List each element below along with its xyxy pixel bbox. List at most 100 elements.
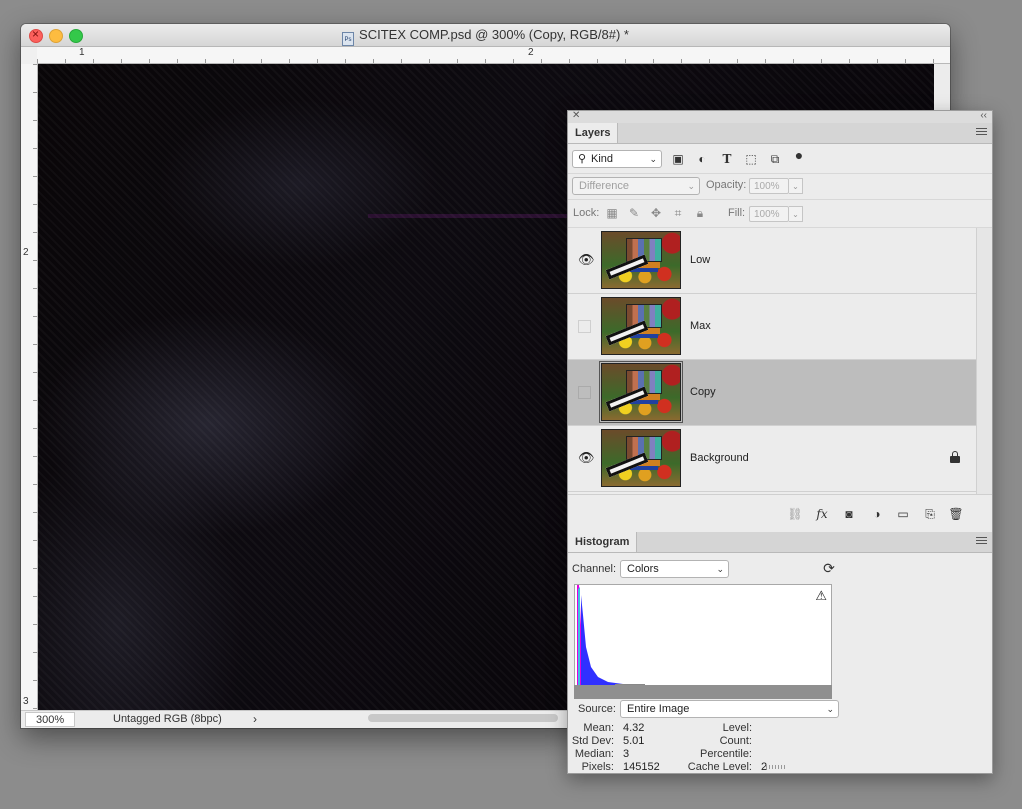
filter-adjustment-icon[interactable]: ◐ bbox=[695, 152, 709, 166]
blend-mode-select[interactable]: Difference ⌄ bbox=[572, 177, 700, 195]
refresh-icon[interactable]: ⟳ bbox=[822, 561, 836, 575]
panel-collapse-icon[interactable]: ‹‹ bbox=[980, 110, 987, 121]
fx-icon[interactable]: fx bbox=[814, 507, 830, 521]
ruler-origin[interactable] bbox=[21, 47, 38, 65]
layers-filter-row: ⚲ Kind ⌄ ▣ ◐ T ⬚ ⧉ ● bbox=[568, 145, 992, 174]
lock-label: Lock: bbox=[573, 207, 600, 219]
layers-tab-bar: Layers bbox=[568, 123, 992, 144]
layer-row-low[interactable]: 👁 Low bbox=[568, 228, 976, 294]
stat-value-pixels: 145152 bbox=[623, 761, 660, 773]
title-bar[interactable]: Ps SCITEX COMP.psd @ 300% (Copy, RGB/8#) … bbox=[21, 24, 950, 47]
stat-value-stddev: 5.01 bbox=[623, 735, 645, 747]
status-menu-arrow[interactable]: › bbox=[253, 712, 257, 726]
window-minimize-button[interactable] bbox=[49, 29, 63, 43]
ruler-top-label: 1 bbox=[79, 47, 85, 58]
visibility-off-box-icon[interactable] bbox=[578, 320, 591, 333]
layer-row-background[interactable]: 👁 Background bbox=[568, 426, 976, 492]
ruler-left-label: 3 bbox=[23, 696, 29, 707]
filter-shape-icon[interactable]: ⬚ bbox=[744, 152, 758, 166]
stat-value-median: 3 bbox=[623, 748, 630, 760]
layer-name[interactable]: Max bbox=[690, 320, 711, 332]
stat-label-level: Level: bbox=[722, 722, 752, 734]
ruler-vertical[interactable]: 2 3 bbox=[21, 64, 38, 710]
lock-all-icon[interactable]: 🔒︎ bbox=[693, 206, 707, 220]
layers-panel-menu-icon[interactable] bbox=[976, 128, 987, 137]
window-close-button[interactable] bbox=[29, 27, 43, 43]
zoom-level-field[interactable]: 300% bbox=[25, 712, 75, 727]
histogram-body: Channel: Colors ⌄ ⟳ ⚠ Source: Entire Ima… bbox=[568, 553, 992, 773]
add-mask-icon[interactable]: ◙ bbox=[841, 507, 857, 521]
ruler-left-label: 2 bbox=[23, 247, 29, 258]
window-title: SCITEX COMP.psd @ 300% (Copy, RGB/8#) * bbox=[359, 27, 629, 42]
chevron-down-icon: ⌄ bbox=[687, 181, 695, 191]
source-select[interactable]: Entire Image ⌄ bbox=[620, 700, 839, 718]
lock-icon bbox=[950, 451, 960, 463]
stat-label-percentile: Percentile: bbox=[700, 748, 752, 760]
search-icon: ⚲ bbox=[578, 153, 587, 165]
filter-type-icon[interactable]: T bbox=[720, 152, 734, 166]
layer-name[interactable]: Background bbox=[690, 452, 749, 464]
channel-label: Channel: bbox=[572, 563, 617, 575]
trash-icon[interactable]: 🗑︎ bbox=[948, 507, 964, 521]
panel-close-icon[interactable]: ✕ bbox=[572, 110, 580, 121]
layer-filter-select[interactable]: ⚲ Kind ⌄ bbox=[572, 150, 662, 168]
visibility-eye-icon[interactable]: 👁 bbox=[578, 451, 595, 464]
visibility-off-box-icon[interactable] bbox=[578, 386, 591, 399]
psd-file-icon: Ps bbox=[342, 32, 355, 46]
stat-label-pixels: Pixels: bbox=[581, 761, 614, 773]
stat-label-cache-level: Cache Level: bbox=[687, 761, 752, 773]
stat-label-stddev: Std Dev: bbox=[571, 735, 614, 747]
tab-layers[interactable]: Layers bbox=[568, 123, 619, 143]
layers-scrollbar[interactable] bbox=[976, 228, 992, 494]
stat-label-median: Median: bbox=[574, 748, 614, 760]
blend-mode-value: Difference bbox=[579, 180, 629, 192]
filter-pixel-icon[interactable]: ▣ bbox=[671, 152, 685, 166]
layer-thumbnail[interactable] bbox=[601, 429, 681, 487]
lock-transparent-icon[interactable]: ▦ bbox=[605, 206, 619, 220]
channel-value: Colors bbox=[627, 563, 659, 575]
blend-row: Difference ⌄ Opacity: 100% ⌄ bbox=[568, 173, 992, 200]
horizontal-scrollbar-thumb[interactable] bbox=[368, 714, 558, 722]
layer-name[interactable]: Low bbox=[690, 254, 710, 266]
layer-name[interactable]: Copy bbox=[690, 386, 716, 398]
opacity-field[interactable]: 100% bbox=[749, 178, 789, 194]
layer-thumbnail[interactable] bbox=[601, 297, 681, 355]
fill-field[interactable]: 100% bbox=[749, 206, 789, 222]
window-title-group: Ps SCITEX COMP.psd @ 300% (Copy, RGB/8#) … bbox=[342, 27, 629, 46]
histogram-graph[interactable]: ⚠ bbox=[574, 584, 832, 686]
stat-label-mean: Mean: bbox=[583, 722, 614, 734]
layer-thumbnail[interactable] bbox=[601, 231, 681, 289]
layer-row-copy[interactable]: Copy bbox=[568, 360, 976, 426]
histogram-tab-bar: Histogram bbox=[568, 532, 992, 553]
opacity-chevron-icon[interactable]: ⌄ bbox=[789, 178, 803, 194]
link-layers-icon[interactable]: ⛓ bbox=[787, 507, 803, 521]
document-info: Untagged RGB (8bpc) bbox=[113, 713, 222, 725]
stat-value-mean: 4.32 bbox=[623, 722, 645, 734]
layer-thumbnail[interactable] bbox=[599, 361, 683, 423]
fill-chevron-icon[interactable]: ⌄ bbox=[789, 206, 803, 222]
warning-icon[interactable]: ⚠ bbox=[815, 588, 827, 604]
lock-artboard-icon[interactable]: ⌗ bbox=[671, 206, 685, 220]
lock-position-icon[interactable]: ✥ bbox=[649, 206, 663, 220]
visibility-eye-icon[interactable]: 👁 bbox=[578, 253, 595, 266]
lock-image-brush-icon[interactable]: ✎ bbox=[627, 206, 641, 220]
opacity-label: Opacity: bbox=[706, 179, 747, 191]
layer-row-max[interactable]: Max bbox=[568, 294, 976, 360]
histogram-panel-menu-icon[interactable] bbox=[976, 537, 987, 546]
ruler-horizontal[interactable]: 1 2 bbox=[37, 47, 950, 64]
filter-smart-object-icon[interactable]: ⧉ bbox=[768, 152, 782, 166]
histogram-gradient-bar bbox=[574, 685, 832, 699]
lock-row: Lock: ▦ ✎ ✥ ⌗ 🔒︎ Fill: 100% ⌄ bbox=[568, 200, 992, 228]
panel-resize-grip[interactable] bbox=[766, 765, 786, 769]
tab-histogram[interactable]: Histogram bbox=[568, 532, 638, 552]
chevron-down-icon: ⌄ bbox=[716, 564, 724, 574]
fill-label: Fill: bbox=[728, 207, 746, 219]
window-zoom-button[interactable] bbox=[69, 29, 83, 43]
new-layer-icon[interactable]: ⎘ bbox=[922, 507, 938, 521]
layer-filter-value: Kind bbox=[591, 153, 614, 165]
panel-stack: ✕ ‹‹ Layers ⚲ Kind ⌄ ▣ ◐ T ⬚ ⧉ ● Differe… bbox=[567, 110, 993, 774]
filter-toggle-icon[interactable]: ● bbox=[792, 148, 806, 162]
new-group-folder-icon[interactable]: ▭ bbox=[895, 507, 911, 521]
channel-select[interactable]: Colors ⌄ bbox=[620, 560, 729, 578]
adjustment-layer-icon[interactable]: ◑ bbox=[869, 507, 885, 521]
